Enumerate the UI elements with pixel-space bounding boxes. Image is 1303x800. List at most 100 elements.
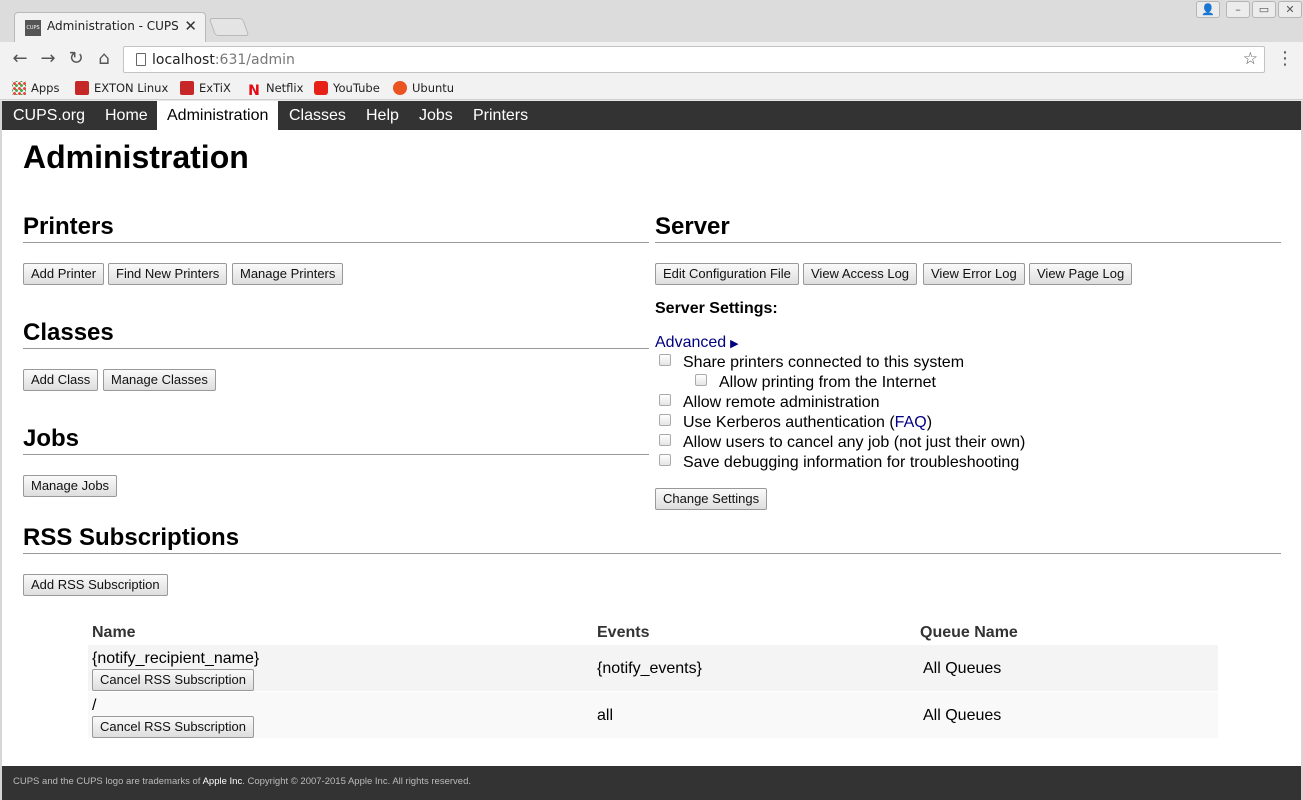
cups-admin-page: CUPS.org Home Administration Classes Hel… [2,101,1301,800]
bookmark-label: ExTiX [199,81,231,95]
bookmark-youtube[interactable]: YouTube [314,79,380,97]
profile-icon[interactable]: 👤 [1196,1,1220,18]
cancel-rss-subscription-button[interactable]: Cancel RSS Subscription [92,669,254,691]
nav-classes[interactable]: Classes [278,101,357,130]
find-new-printers-button[interactable]: Find New Printers [108,263,228,285]
allow-internet-printing-checkbox[interactable] [695,374,707,386]
nav-home[interactable]: Home [94,101,159,130]
bookmark-extix[interactable]: ExTiX [180,79,231,97]
page-info-icon[interactable] [136,53,146,66]
bookmark-label: YouTube [333,81,380,95]
advanced-toggle[interactable]: Advanced ▶ [655,334,739,352]
expand-arrow-icon: ▶ [730,338,739,350]
nav-help[interactable]: Help [355,101,410,130]
kerberos-checkbox[interactable] [659,414,671,426]
column-header-name: Name [92,624,136,641]
classes-divider [23,348,649,349]
cancel-rss-subscription-button[interactable]: Cancel RSS Subscription [92,716,254,738]
extix-icon [180,81,194,95]
footer-text-post: . Copyright © 2007-2015 Apple Inc. All r… [242,776,471,787]
server-settings-label: Server Settings: [655,300,778,317]
reload-icon[interactable]: ↻ [64,47,88,71]
server-divider [655,242,1281,243]
add-class-button[interactable]: Add Class [23,369,99,391]
bookmark-netflix[interactable]: N Netflix [247,79,304,99]
bookmark-apps[interactable]: Apps [12,79,59,97]
user-cancel-label: Allow users to cancel any job (not just … [683,434,1026,451]
remote-admin-option[interactable]: Allow remote administration [659,393,880,413]
tab-title: Administration - CUPS 2 [47,19,182,33]
netflix-icon: N [248,83,260,99]
url-text[interactable]: localhost:631/admin [152,52,295,68]
user-cancel-checkbox[interactable] [659,434,671,446]
bookmark-label: Ubuntu [412,81,455,95]
add-printer-button[interactable]: Add Printer [23,263,105,285]
manage-classes-button[interactable]: Manage Classes [103,369,216,391]
user-cancel-option[interactable]: Allow users to cancel any job (not just … [659,433,1025,453]
forward-arrow-icon[interactable]: → [36,47,60,71]
kerberos-label: Use Kerberos authentication ( [683,414,895,431]
footer-copyright: CUPS and the CUPS logo are trademarks of… [13,776,471,787]
new-tab-button[interactable] [208,18,250,36]
printers-divider [23,242,649,243]
share-printers-option[interactable]: Share printers connected to this system [659,353,964,373]
bookmark-label: Apps [31,81,60,95]
column-header-queue-name: Queue Name [920,624,1018,641]
home-icon[interactable]: ⌂ [92,47,116,71]
manage-jobs-button[interactable]: Manage Jobs [23,475,118,497]
tab-close-icon[interactable]: ✕ [184,17,197,35]
back-arrow-icon[interactable]: ← [8,47,32,71]
advanced-link[interactable]: Advanced [655,334,726,351]
view-access-log-button[interactable]: View Access Log [803,263,918,285]
page-footer: CUPS and the CUPS logo are trademarks of… [2,766,1301,800]
browser-tab[interactable]: CUPS Administration - CUPS 2 ✕ [14,12,206,42]
bookmark-star-icon[interactable]: ☆ [1243,49,1258,69]
window-close-icon[interactable]: ✕ [1278,1,1302,18]
jobs-heading: Jobs [23,425,80,452]
manage-printers-button[interactable]: Manage Printers [232,263,344,285]
apple-link[interactable]: Apple Inc [203,776,243,787]
nav-cups-org[interactable]: CUPS.org [2,101,96,130]
subscription-name-link[interactable]: {notify_recipient_name} [92,650,259,668]
subscription-name-link[interactable]: / [92,697,96,715]
allow-internet-printing-option[interactable]: Allow printing from the Internet [695,373,936,393]
url-path: :631/admin [214,52,295,68]
browser-menu-icon[interactable]: ⋮ [1276,48,1294,69]
rss-heading: RSS Subscriptions [23,524,240,551]
kerberos-option[interactable]: Use Kerberos authentication (FAQ) [659,413,932,433]
change-settings-button[interactable]: Change Settings [655,488,768,510]
table-row: {notify_recipient_name} Cancel RSS Subsc… [88,645,1218,691]
share-printers-label: Share printers connected to this system [683,354,965,371]
bookmarks-bar: Apps EXTON Linux ExTiX N Netflix YouTube … [0,76,1303,100]
nav-administration[interactable]: Administration [157,101,279,130]
bookmark-label: Netflix [266,81,304,95]
ubuntu-icon [393,81,407,95]
remote-admin-checkbox[interactable] [659,394,671,406]
maximize-icon[interactable]: ▭ [1252,1,1276,18]
address-bar[interactable]: localhost:631/admin ☆ [123,46,1265,73]
view-error-log-button[interactable]: View Error Log [923,263,1025,285]
minimize-icon[interactable]: – [1226,1,1250,18]
rss-divider [23,553,1281,554]
remote-admin-label: Allow remote administration [683,394,880,411]
nav-jobs[interactable]: Jobs [408,101,464,130]
add-rss-subscription-button[interactable]: Add RSS Subscription [23,574,168,596]
subscription-events: {notify_events} [597,660,702,677]
edit-configuration-file-button[interactable]: Edit Configuration File [655,263,799,285]
printers-heading: Printers [23,213,114,240]
debug-logging-checkbox[interactable] [659,454,671,466]
cups-favicon-icon: CUPS [25,20,41,36]
youtube-icon [314,81,328,95]
view-page-log-button[interactable]: View Page Log [1029,263,1133,285]
bookmark-ubuntu[interactable]: Ubuntu [393,79,454,97]
faq-link[interactable]: FAQ [895,414,927,431]
share-printers-checkbox[interactable] [659,354,671,366]
debug-logging-label: Save debugging information for troublesh… [683,454,1020,471]
bookmark-exton-linux[interactable]: EXTON Linux [75,79,168,97]
nav-printers[interactable]: Printers [462,101,539,130]
subscription-queue: All Queues [923,660,1002,677]
footer-text-pre: CUPS and the CUPS logo are trademarks of [13,776,203,787]
table-row: / Cancel RSS Subscription all All Queues [88,692,1218,738]
bookmark-label: EXTON Linux [94,81,169,95]
debug-logging-option[interactable]: Save debugging information for troublesh… [659,453,1019,473]
